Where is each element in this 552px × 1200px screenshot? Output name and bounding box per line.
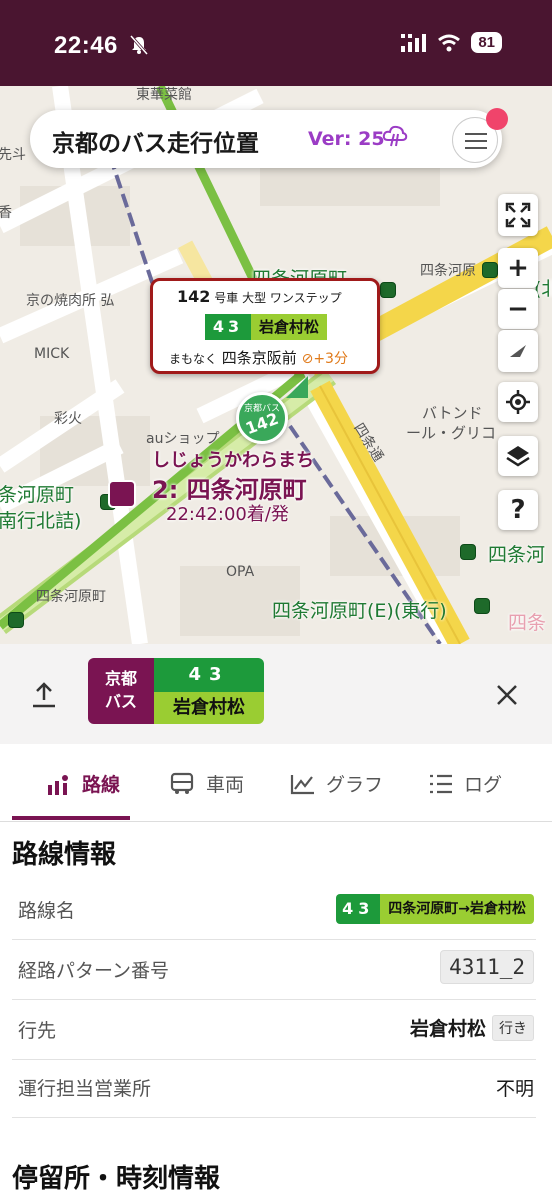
bus-icon xyxy=(170,772,194,794)
popup-route-destination: 岩倉村松 xyxy=(251,314,328,340)
notification-dot xyxy=(486,108,508,130)
list-icon xyxy=(430,774,452,793)
info-row-destination: 行先 岩倉村松 行き xyxy=(12,1002,536,1060)
info-row-pattern: 経路パターン番号 4311_2 xyxy=(12,942,536,1000)
map-label-glico: ール・グリコ xyxy=(406,424,497,442)
wifi-icon xyxy=(438,34,461,51)
map-label-mick: MICK xyxy=(34,346,70,362)
info-key: 行先 xyxy=(18,1020,57,1042)
car-suffix: 号車 xyxy=(214,291,239,305)
stop-label-left-1: 条河原町 xyxy=(0,484,75,506)
bus-stop-marker[interactable] xyxy=(474,598,490,614)
compass-button[interactable] xyxy=(498,330,538,372)
locate-button[interactable] xyxy=(498,382,538,422)
info-row-office: 運行担当営業所 不明 xyxy=(12,1060,536,1118)
route-destination: 岩倉村松 xyxy=(154,692,264,724)
version-label: Ver: 25 xyxy=(308,128,385,150)
battery-indicator: 81 xyxy=(471,32,502,53)
bus-stop-marker[interactable] xyxy=(460,544,476,560)
layers-icon xyxy=(506,446,530,467)
stop-label-shijo-kawaramachi-e: 四条河原町(E)(東行) xyxy=(272,600,447,622)
map-label-kawara-right: 四条河原 xyxy=(420,263,476,279)
popup-next-stop-line: まもなく 四条京阪前 ⊘+3分 xyxy=(169,347,348,368)
car-type: 大型 ワンステップ xyxy=(242,291,342,305)
layers-button[interactable] xyxy=(498,436,538,476)
operator-badge: 京都 バス xyxy=(88,658,154,724)
tab-log[interactable]: ログ xyxy=(428,770,502,797)
current-stop-time: 22:42:00着/発 xyxy=(166,504,289,525)
tab-bar: 路線 車両 グラフ ログ xyxy=(0,744,552,822)
locate-icon xyxy=(506,390,530,414)
active-tab-indicator xyxy=(12,816,130,820)
bus-stop-marker[interactable] xyxy=(380,282,396,298)
info-row-route-name: 路線名 43 四条河原町→岩倉村松 xyxy=(12,882,536,940)
people-chart-icon xyxy=(48,774,68,795)
share-icon[interactable] xyxy=(30,680,58,710)
route-badge: 京都 バス 43 岩倉村松 xyxy=(88,658,264,724)
app-header: 京都のバス走行位置 Ver: 25 xyxy=(30,110,502,168)
route-info-title: 路線情報 xyxy=(12,840,117,870)
bell-muted-icon xyxy=(129,35,149,55)
map-label-nishiki: 先斗 xyxy=(0,147,26,163)
map-label-opa: OPA xyxy=(226,564,255,580)
zoom-in-button[interactable]: + xyxy=(498,248,538,288)
stop-label-left-2: 南行北詰) xyxy=(0,510,82,532)
tab-vehicle[interactable]: 車両 xyxy=(170,770,244,797)
route-bar xyxy=(0,644,552,744)
destination-value: 岩倉村松 xyxy=(409,1018,486,1040)
map-label-ka: 香 xyxy=(0,205,12,221)
current-stop-kana: しじょうかわらまち xyxy=(152,450,314,471)
popup-soon: まもなく xyxy=(169,352,218,366)
fullscreen-icon xyxy=(505,202,531,228)
bus-direction-arrow xyxy=(286,376,308,398)
route-name-pill: 43 四条河原町→岩倉村松 xyxy=(336,894,534,924)
popup-route-number: 43 xyxy=(205,314,251,340)
map-label-batoando: バトンド xyxy=(422,404,483,422)
status-bar: 22:46 81 xyxy=(0,0,552,86)
destination-tag: 行き xyxy=(492,1014,534,1041)
close-icon[interactable] xyxy=(494,682,520,708)
car-number: 142 xyxy=(177,287,211,306)
popup-next-stop: 四条京阪前 xyxy=(221,349,297,367)
bus-marker[interactable]: 京都バス 142 xyxy=(236,392,288,444)
popup-route-badge: 43 岩倉村松 xyxy=(205,314,328,340)
help-button[interactable]: ? xyxy=(498,490,538,530)
popup-delay: +3分 xyxy=(313,351,348,367)
stop-label-shijo-faded: 四条 xyxy=(508,612,547,634)
current-stop-marker[interactable] xyxy=(108,480,136,508)
app-title: 京都のバス走行位置 xyxy=(52,131,259,157)
status-time: 22:46 xyxy=(54,32,118,59)
clock-icon: ⊘ xyxy=(301,351,314,367)
bus-info-popup[interactable]: 142 号車 大型 ワンステップ 43 岩倉村松 まもなく 四条京阪前 ⊘+3分 xyxy=(150,278,380,374)
office-value: 不明 xyxy=(495,1078,534,1100)
fullscreen-button[interactable] xyxy=(498,194,538,236)
compass-icon xyxy=(510,345,526,357)
status-indicators: 81 xyxy=(401,32,502,53)
stop-label-shijo-kawara-se: 四条河 xyxy=(488,544,546,566)
map-label-tohanasaien: 東華菜館 xyxy=(136,87,192,103)
cloud-update-icon[interactable] xyxy=(382,124,408,148)
route-number: 43 xyxy=(154,658,264,692)
info-key: 路線名 xyxy=(18,900,76,922)
stops-section-title: 停留所・時刻情報 xyxy=(12,1164,221,1194)
signal-icon xyxy=(401,33,427,52)
map-label-shijo-kawaramachi: 四条河原町 xyxy=(36,589,106,605)
bus-stop-marker[interactable] xyxy=(8,612,24,628)
map-label-yakiniku: 京の焼肉所 弘 xyxy=(26,293,115,309)
info-key: 運行担当営業所 xyxy=(18,1078,152,1100)
tab-route[interactable]: 路線 xyxy=(46,770,120,797)
map-label-au: auショップ xyxy=(146,431,220,447)
tab-graph[interactable]: グラフ xyxy=(290,770,383,797)
menu-icon xyxy=(465,133,487,135)
map-label-ayabi: 彩火 xyxy=(54,411,82,427)
line-chart-icon xyxy=(290,774,314,794)
zoom-out-button[interactable]: − xyxy=(498,289,538,329)
pattern-code: 4311_2 xyxy=(440,950,534,984)
bus-stop-marker[interactable] xyxy=(482,262,498,278)
popup-vehicle-line: 142 号車 大型 ワンステップ xyxy=(177,287,342,306)
info-key: 経路パターン番号 xyxy=(18,960,170,982)
